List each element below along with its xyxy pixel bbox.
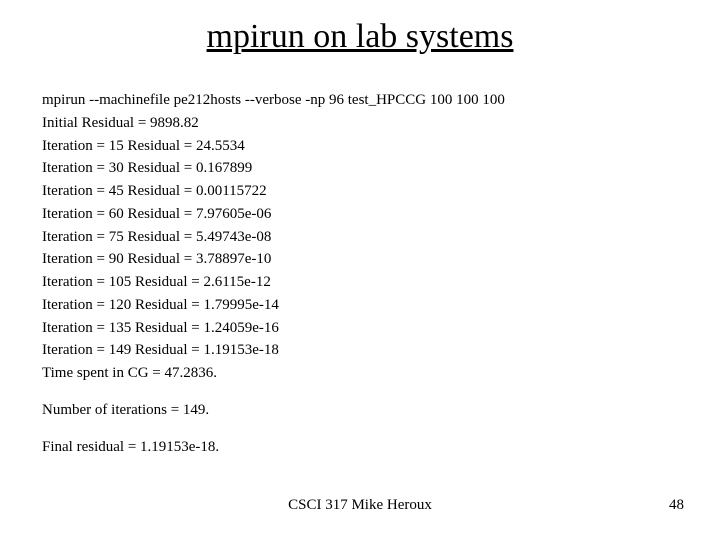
iteration-line: Iteration = 15 Residual = 24.5534 [42, 136, 678, 158]
iteration-line: Iteration = 90 Residual = 3.78897e-10 [42, 249, 678, 271]
iteration-line: Iteration = 30 Residual = 0.167899 [42, 158, 678, 180]
slide: mpirun on lab systems mpirun --machinefi… [0, 0, 720, 540]
iteration-line: Iteration = 45 Residual = 0.00115722 [42, 181, 678, 203]
blank-line [42, 423, 678, 437]
iteration-line: Iteration = 75 Residual = 5.49743e-08 [42, 227, 678, 249]
iteration-line: Iteration = 120 Residual = 1.79995e-14 [42, 295, 678, 317]
iteration-line: Iteration = 135 Residual = 1.24059e-16 [42, 318, 678, 340]
blank-line [42, 386, 678, 400]
iteration-line: Iteration = 105 Residual = 2.6115e-12 [42, 272, 678, 294]
footer-course: CSCI 317 Mike Heroux [0, 497, 720, 514]
iteration-line: Iteration = 149 Residual = 1.19153e-18 [42, 340, 678, 362]
num-iterations-line: Number of iterations = 149. [42, 400, 678, 422]
command-line: mpirun --machinefile pe212hosts --verbos… [42, 90, 678, 112]
initial-residual: Initial Residual = 9898.82 [42, 113, 678, 135]
slide-title: mpirun on lab systems [0, 18, 720, 56]
slide-body: mpirun --machinefile pe212hosts --verbos… [42, 90, 678, 459]
final-residual-line: Final residual = 1.19153e-18. [42, 437, 678, 459]
iteration-line: Iteration = 60 Residual = 7.97605e-06 [42, 204, 678, 226]
time-line: Time spent in CG = 47.2836. [42, 363, 678, 385]
page-number: 48 [669, 497, 684, 514]
